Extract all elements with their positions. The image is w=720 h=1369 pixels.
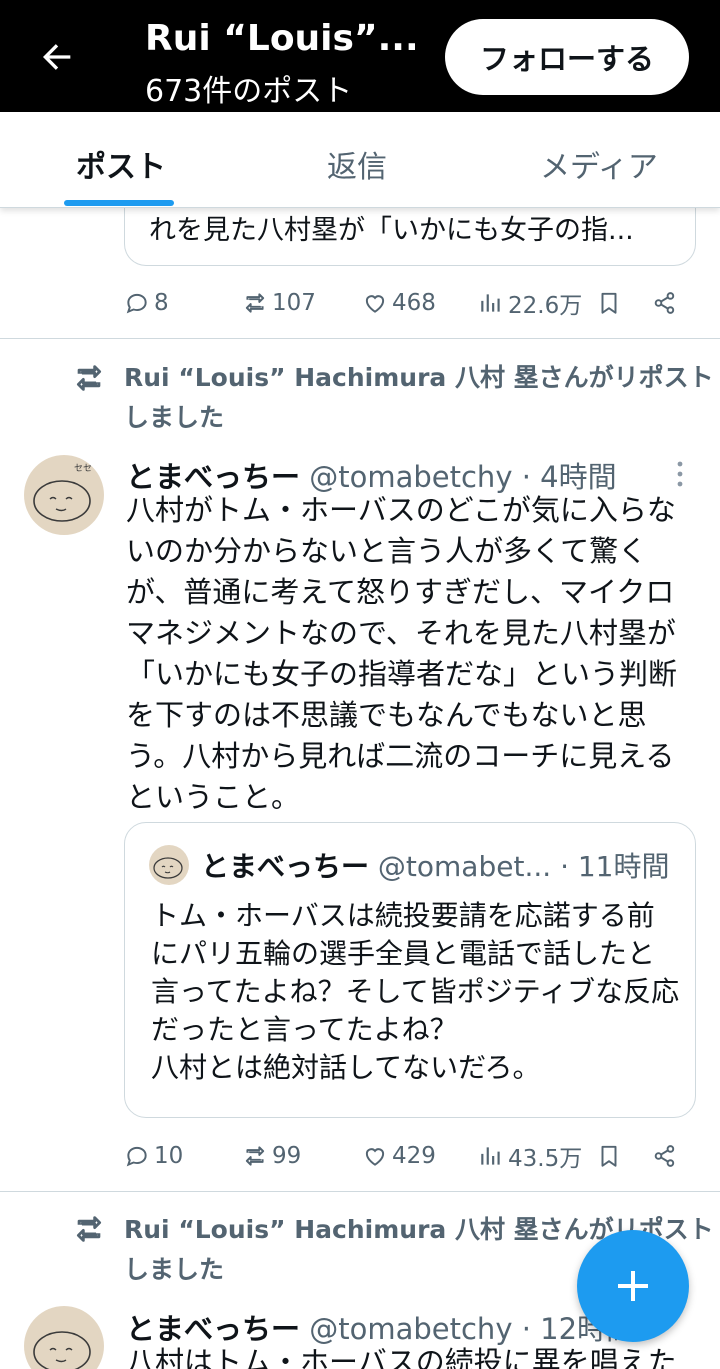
share-button[interactable] — [652, 283, 682, 323]
quote-time: · 11時間 — [560, 850, 670, 883]
back-arrow-icon — [43, 44, 71, 70]
bookmark-button[interactable] — [596, 1136, 626, 1176]
like-icon — [365, 1148, 385, 1166]
repost-icon — [76, 1216, 102, 1242]
share-button[interactable] — [652, 1136, 682, 1176]
author-handle[interactable]: @tomabetchy · 4時間 — [309, 460, 616, 494]
post-text: 八村はトム・ホーバスの続投に異を唱えた — [126, 1345, 677, 1369]
repost-button[interactable]: 107 — [242, 283, 316, 323]
like-button[interactable]: 429 — [362, 1136, 436, 1176]
profile-tabs: ポスト 返信 メディア — [0, 112, 720, 208]
repost-count: 99 — [272, 1143, 302, 1169]
share-icon — [654, 292, 675, 314]
like-count: 429 — [392, 1143, 436, 1169]
reply-button[interactable]: 8 — [124, 283, 169, 323]
reply-icon — [126, 1146, 147, 1167]
follow-button[interactable]: フォローする — [445, 19, 689, 95]
quoted-post-card[interactable]: とまべっちー @tomabet... · 11時間 トム・ホーバスは続投要請を応… — [124, 822, 696, 1118]
repost-button[interactable]: 99 — [242, 1136, 301, 1176]
post-divider — [0, 1191, 720, 1192]
quoted-post-text: トム・ホーバスは続投要請を応諾する前にパリ五輪の選手全員と電話で話したと言ってた… — [151, 899, 680, 1084]
like-icon — [365, 295, 385, 313]
views-icon — [481, 294, 500, 312]
repost-icon — [245, 1146, 265, 1166]
views-icon — [481, 1147, 500, 1165]
author-name[interactable]: とまべっちー — [126, 1312, 300, 1346]
bookmark-icon — [601, 1145, 617, 1167]
tab-replies[interactable]: 返信 — [327, 142, 387, 186]
tab-media[interactable]: メディア — [540, 142, 658, 186]
avatar-face-icon — [33, 1331, 91, 1369]
quote-header: とまべっちー @tomabet... · 11時間 — [201, 845, 670, 885]
post-count: 673件のポスト — [145, 74, 353, 109]
back-button[interactable] — [34, 34, 80, 80]
bookmark-button[interactable] — [596, 283, 626, 323]
reply-count: 8 — [154, 290, 169, 316]
tab-posts[interactable]: ポスト — [76, 142, 166, 186]
avatar[interactable] — [24, 1306, 104, 1369]
bookmark-icon — [601, 292, 617, 314]
repost-icon — [245, 293, 265, 313]
compose-plus-icon — [618, 1271, 648, 1301]
repost-count: 107 — [272, 290, 316, 316]
repost-icon — [76, 365, 102, 391]
repost-notice: Rui “Louis” Hachimura 八村 塁さんがリポストしました — [124, 363, 714, 432]
more-icon[interactable] — [668, 456, 692, 492]
profile-header: Rui “Louis”... 673件のポスト フォローする — [0, 0, 720, 112]
share-icon — [654, 1145, 675, 1167]
avatar-face-icon: セセ — [33, 463, 92, 522]
views-button[interactable]: 22.6万 — [478, 283, 582, 323]
quote-author-handle: @tomabet... — [377, 850, 552, 883]
view-count: 22.6万 — [508, 293, 583, 319]
author-name[interactable]: とまべっちー — [126, 460, 300, 494]
post-divider — [0, 338, 720, 339]
quoted-post-text: れを見た八村塁が「いかにも女子の指... — [149, 215, 634, 246]
like-button[interactable]: 468 — [362, 283, 436, 323]
like-count: 468 — [392, 290, 436, 316]
reply-button[interactable]: 10 — [124, 1136, 183, 1176]
quote-author-name: とまべっちー — [201, 850, 370, 883]
avatar-face-icon — [153, 857, 183, 879]
reply-count: 10 — [154, 1143, 184, 1169]
active-tab-indicator — [64, 200, 174, 206]
quote-avatar — [149, 845, 189, 885]
post-actions: 8 107 468 22.6万 — [124, 283, 696, 323]
profile-name: Rui “Louis”... — [145, 18, 419, 59]
avatar[interactable]: セセ — [24, 455, 104, 535]
post-actions: 10 99 429 43.5万 — [124, 1136, 696, 1176]
compose-button[interactable] — [577, 1230, 689, 1342]
reply-icon — [126, 293, 147, 314]
svg-text:セセ: セセ — [74, 463, 92, 474]
view-count: 43.5万 — [508, 1146, 583, 1172]
views-button[interactable]: 43.5万 — [478, 1136, 582, 1176]
post-text: 八村がトム・ホーバスのどこが気に入らないのか分からないと言う人が多くて驚くが、普… — [126, 493, 678, 814]
